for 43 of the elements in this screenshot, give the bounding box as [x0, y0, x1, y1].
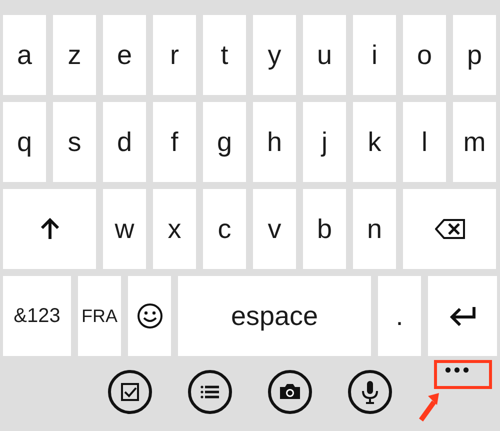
backspace-icon — [434, 219, 464, 239]
key[interactable]: o — [403, 15, 446, 95]
key[interactable]: c — [203, 189, 246, 269]
key[interactable]: &123 — [3, 276, 71, 356]
space-key[interactable]: espace — [178, 276, 371, 356]
key[interactable]: v — [253, 189, 296, 269]
key[interactable]: k — [353, 102, 396, 182]
key[interactable]: p — [453, 15, 496, 95]
key[interactable]: d — [103, 102, 146, 182]
key[interactable]: b — [303, 189, 346, 269]
more-icon — [445, 367, 469, 373]
key[interactable]: m — [453, 102, 496, 182]
backspace-key[interactable] — [403, 189, 496, 269]
key[interactable]: q — [3, 102, 46, 182]
key[interactable]: . — [378, 276, 421, 356]
key[interactable]: s — [53, 102, 96, 182]
key[interactable]: j — [303, 102, 346, 182]
up-arrow-icon — [40, 217, 60, 241]
pointer-arrow — [418, 392, 440, 422]
key[interactable]: FRA — [78, 276, 121, 356]
smiley-icon — [136, 303, 162, 329]
key[interactable]: i — [353, 15, 396, 95]
camera-icon[interactable] — [268, 370, 312, 414]
key[interactable]: l — [403, 102, 446, 182]
key[interactable]: e — [103, 15, 146, 95]
enter-key[interactable] — [428, 276, 497, 356]
key[interactable]: g — [203, 102, 246, 182]
key[interactable]: y — [253, 15, 296, 95]
key[interactable]: w — [103, 189, 146, 269]
key[interactable]: f — [153, 102, 196, 182]
key[interactable]: x — [153, 189, 196, 269]
key[interactable]: h — [253, 102, 296, 182]
key[interactable]: t — [203, 15, 246, 95]
microphone-icon[interactable] — [348, 370, 392, 414]
checkbox-icon[interactable] — [108, 370, 152, 414]
enter-icon — [448, 306, 476, 326]
key[interactable]: u — [303, 15, 346, 95]
list-icon[interactable] — [188, 370, 232, 414]
key[interactable]: n — [353, 189, 396, 269]
key[interactable]: a — [3, 15, 46, 95]
key[interactable]: r — [153, 15, 196, 95]
key[interactable]: z — [53, 15, 96, 95]
emoji-key[interactable] — [128, 276, 171, 356]
